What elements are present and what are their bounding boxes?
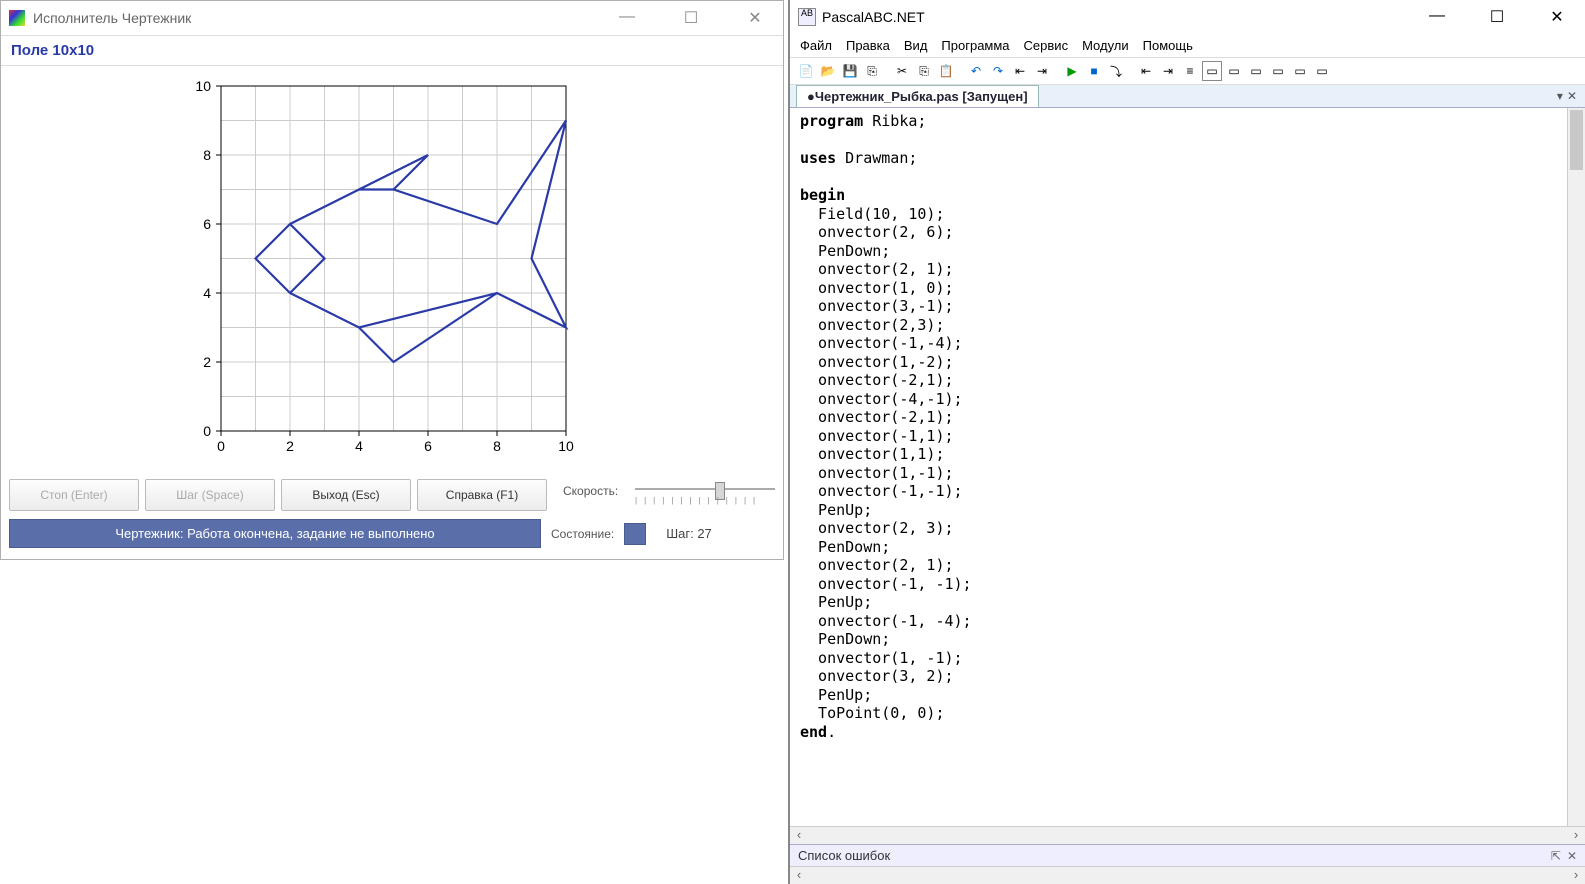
svg-text:2: 2 xyxy=(203,354,211,370)
speed-slider[interactable]: |||||||||||||| xyxy=(635,482,775,506)
toolbar: 📄 📂 💾 ⎘ ✂ ⎘ 📋 ↶ ↷ ⇤ ⇥ ▶ ■ ⤵ ⇤ ⇥ ≡ ▭ ▭ ▭ … xyxy=(790,58,1585,85)
new-file-icon[interactable]: 📄 xyxy=(796,61,816,81)
redo-icon[interactable]: ↷ xyxy=(988,61,1008,81)
tab-file[interactable]: ●Чертежник_Рыбка.pas [Запущен] xyxy=(796,85,1039,107)
panel5-icon[interactable]: ▭ xyxy=(1290,61,1310,81)
status-bar: Чертежник: Работа окончена, задание не в… xyxy=(1,515,783,556)
step-counter: Шаг: 27 xyxy=(666,526,712,541)
scroll-left-icon[interactable]: ‹ xyxy=(790,827,808,844)
drawing-canvas: 0 2 4 6 8 10 0 2 4 6 8 10 xyxy=(1,66,783,471)
tab-strip: ●Чертежник_Рыбка.pas [Запущен] ▾ ✕ xyxy=(790,85,1585,108)
svg-text:0: 0 xyxy=(217,438,225,454)
svg-text:4: 4 xyxy=(203,285,211,301)
svg-text:2: 2 xyxy=(286,438,294,454)
code-editor[interactable]: program Ribka; uses Drawman; begin Field… xyxy=(790,108,1585,826)
save-all-icon[interactable]: ⎘ xyxy=(862,61,882,81)
field-size-label: Поле 10x10 xyxy=(1,35,783,66)
left-title: Исполнитель Чертежник xyxy=(33,10,191,26)
minimize-button[interactable]: — xyxy=(607,8,647,28)
panel3-icon[interactable]: ▭ xyxy=(1246,61,1266,81)
indent-right-icon[interactable]: ⇥ xyxy=(1158,61,1178,81)
tab-close-icon[interactable]: ✕ xyxy=(1567,89,1577,103)
control-panel: Стоп (Enter) Шаг (Space) Выход (Esc) Спр… xyxy=(1,471,783,515)
svg-text:8: 8 xyxy=(493,438,501,454)
help-button[interactable]: Справка (F1) xyxy=(417,479,547,511)
open-file-icon[interactable]: 📂 xyxy=(818,61,838,81)
panel2-icon[interactable]: ▭ xyxy=(1224,61,1244,81)
menubar: Файл Правка Вид Программа Сервис Модули … xyxy=(790,34,1585,58)
svg-text:8: 8 xyxy=(203,147,211,163)
panel1-icon[interactable]: ▭ xyxy=(1202,61,1222,81)
left-titlebar[interactable]: Исполнитель Чертежник — ☐ ✕ xyxy=(1,1,783,35)
pin-icon[interactable]: ⇱ xyxy=(1551,849,1561,863)
menu-service[interactable]: Сервис xyxy=(1024,38,1069,53)
stop-button[interactable]: Стоп (Enter) xyxy=(9,479,139,511)
format-icon[interactable]: ≡ xyxy=(1180,61,1200,81)
menu-view[interactable]: Вид xyxy=(904,38,928,53)
menu-modules[interactable]: Модули xyxy=(1082,38,1129,53)
app-icon xyxy=(9,10,25,26)
error-panel-title: Список ошибок xyxy=(798,848,890,863)
close-button[interactable]: ✕ xyxy=(735,8,775,28)
state-label: Состояние: xyxy=(551,527,614,541)
error-scrollbar[interactable]: ‹ › xyxy=(790,866,1585,884)
step-button[interactable]: Шаг (Space) xyxy=(145,479,275,511)
save-icon[interactable]: 💾 xyxy=(840,61,860,81)
paste-icon[interactable]: 📋 xyxy=(936,61,956,81)
vertical-scrollbar[interactable] xyxy=(1567,108,1585,826)
ide-maximize-button[interactable]: ☐ xyxy=(1477,7,1517,27)
drawman-window: Исполнитель Чертежник — ☐ ✕ Поле 10x10 0… xyxy=(0,0,784,560)
pascal-icon: AB xyxy=(798,8,816,26)
right-title: PascalABC.NET xyxy=(822,9,925,25)
error-panel: Список ошибок ⇱ ✕ ‹ › xyxy=(790,844,1585,884)
exit-button[interactable]: Выход (Esc) xyxy=(281,479,411,511)
panel6-icon[interactable]: ▭ xyxy=(1312,61,1332,81)
run-icon[interactable]: ▶ xyxy=(1062,61,1082,81)
menu-help[interactable]: Помощь xyxy=(1143,38,1193,53)
error-close-icon[interactable]: ✕ xyxy=(1567,849,1577,863)
nav-fwd-icon[interactable]: ⇥ xyxy=(1032,61,1052,81)
copy-icon[interactable]: ⎘ xyxy=(914,61,934,81)
right-titlebar[interactable]: AB PascalABC.NET — ☐ ✕ xyxy=(790,0,1585,34)
svg-text:6: 6 xyxy=(203,216,211,232)
menu-program[interactable]: Программа xyxy=(941,38,1009,53)
error-scroll-left-icon[interactable]: ‹ xyxy=(790,867,808,884)
pascal-ide-window: AB PascalABC.NET — ☐ ✕ Файл Правка Вид П… xyxy=(788,0,1585,884)
svg-text:4: 4 xyxy=(355,438,363,454)
svg-text:10: 10 xyxy=(558,438,574,454)
ide-minimize-button[interactable]: — xyxy=(1417,7,1457,27)
panel4-icon[interactable]: ▭ xyxy=(1268,61,1288,81)
status-message: Чертежник: Работа окончена, задание не в… xyxy=(9,519,541,548)
cut-icon[interactable]: ✂ xyxy=(892,61,912,81)
step-into-icon[interactable]: ⤵ xyxy=(1106,61,1126,81)
svg-text:0: 0 xyxy=(203,423,211,439)
maximize-button[interactable]: ☐ xyxy=(671,8,711,28)
scroll-right-icon[interactable]: › xyxy=(1567,827,1585,844)
nav-back-icon[interactable]: ⇤ xyxy=(1010,61,1030,81)
menu-file[interactable]: Файл xyxy=(800,38,832,53)
svg-text:6: 6 xyxy=(424,438,432,454)
menu-edit[interactable]: Правка xyxy=(846,38,890,53)
svg-text:10: 10 xyxy=(195,78,211,94)
indent-left-icon[interactable]: ⇤ xyxy=(1136,61,1156,81)
horizontal-scrollbar[interactable]: ‹ › xyxy=(790,826,1585,844)
stop-icon[interactable]: ■ xyxy=(1084,61,1104,81)
code-text[interactable]: program Ribka; uses Drawman; begin Field… xyxy=(790,108,1567,826)
tab-dropdown-icon[interactable]: ▾ xyxy=(1557,89,1563,103)
state-indicator xyxy=(624,523,646,545)
ide-close-button[interactable]: ✕ xyxy=(1537,7,1577,27)
undo-icon[interactable]: ↶ xyxy=(966,61,986,81)
error-scroll-right-icon[interactable]: › xyxy=(1567,867,1585,884)
